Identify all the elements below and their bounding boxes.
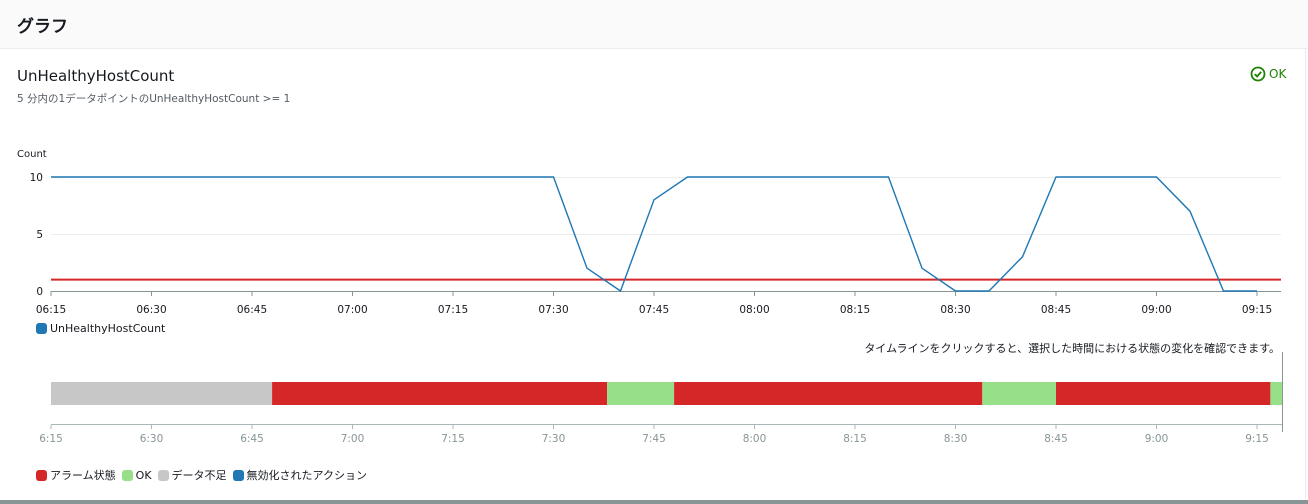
data-point (619, 290, 622, 293)
timeline-tick-label: 8:45 (1044, 433, 1068, 445)
data-point (753, 176, 756, 179)
timeline-legend: アラーム状態 OK データ不足 無効化されたアクション (36, 467, 373, 483)
x-tick-label: 06:15 (36, 304, 66, 316)
data-point (1122, 176, 1125, 179)
data-point (887, 176, 890, 179)
x-tick-label: 07:30 (538, 304, 568, 316)
timeline-tick-label: 6:45 (240, 433, 264, 445)
legend-label-action-disabled: 無効化されたアクション (246, 469, 367, 482)
data-point (1055, 176, 1058, 179)
timeline-tick-label: 8:00 (743, 433, 767, 445)
data-point (820, 176, 823, 179)
x-tick-label: 08:00 (739, 304, 769, 316)
timeline-tick-label: 8:15 (843, 433, 867, 445)
data-point (385, 176, 388, 179)
legend-swatch-alarm (36, 469, 47, 481)
legend-item-action-disabled[interactable]: 無効化されたアクション (232, 467, 367, 483)
chart-grid (51, 177, 1281, 235)
data-point (1189, 210, 1192, 213)
data-point (485, 176, 488, 179)
y-tick-label: 5 (36, 229, 43, 241)
x-tick-label: 09:15 (1242, 304, 1272, 316)
legend-label-alarm: アラーム状態 (50, 469, 116, 482)
data-point (1021, 255, 1024, 258)
timeline-segment-alarm (272, 382, 608, 405)
data-point (720, 176, 723, 179)
timeline-x-ticks: 6:15 6:30 6:45 7:00 7:15 7:30 7:45 8:00 8:15 8:30… (39, 425, 1269, 445)
data-point (1222, 290, 1225, 293)
data-point (50, 176, 53, 179)
legend-item-insufficient[interactable]: データ不足 (157, 467, 227, 483)
x-tick-label: 06:30 (136, 304, 166, 316)
x-tick-label: 09:00 (1141, 304, 1171, 316)
panel-bottom-border (0, 500, 1308, 504)
x-axis-ticks: 06:15 06:30 06:45 07:00 07:15 07:30 07:45 08:00… (36, 291, 1272, 316)
chart-legend: UnHealthyHostCount (36, 322, 171, 335)
data-point (452, 176, 455, 179)
timeline-segment-alarm (674, 382, 983, 405)
data-point (217, 176, 220, 179)
legend-swatch (36, 323, 47, 334)
timeline-tick-label: 6:30 (140, 433, 164, 445)
data-point (1155, 176, 1158, 179)
data-point (519, 176, 522, 179)
data-point (921, 267, 924, 270)
data-point (787, 176, 790, 179)
legend-swatch-ok (121, 469, 133, 481)
data-point (988, 290, 991, 293)
timeline-tick-label: 7:00 (341, 433, 365, 445)
legend-swatch-action-disabled (232, 469, 244, 481)
timeline-tick-label: 7:45 (642, 433, 666, 445)
y-tick-label: 0 (36, 286, 43, 298)
data-point (552, 176, 555, 179)
legend-item-unhealthyhostcount[interactable]: UnHealthyHostCount (36, 322, 165, 335)
data-point (318, 176, 321, 179)
x-tick-label: 08:15 (840, 304, 870, 316)
y-axis-label: Count (17, 149, 47, 160)
legend-label-insufficient: データ不足 (171, 469, 227, 482)
x-tick-label: 07:45 (639, 304, 669, 316)
y-axis-ticks: 0 5 10 (30, 172, 43, 298)
legend-item-ok[interactable]: OK (121, 468, 152, 482)
legend-item-alarm[interactable]: アラーム状態 (36, 467, 116, 483)
data-point (854, 176, 857, 179)
x-tick-label: 07:15 (438, 304, 468, 316)
y-tick-label: 10 (30, 172, 43, 184)
legend-swatch-insufficient (157, 469, 169, 481)
data-point (351, 176, 354, 179)
timeline-tick-label: 7:15 (441, 433, 465, 445)
timeline-segment-ok (607, 382, 675, 405)
data-point (1256, 290, 1259, 293)
timeline-segment-ok (982, 382, 1056, 405)
data-point (184, 176, 187, 179)
data-point (586, 267, 589, 270)
timeline-tick-label: 8:30 (944, 433, 968, 445)
data-point (418, 176, 421, 179)
data-point (686, 176, 689, 179)
data-point (117, 176, 120, 179)
x-tick-label: 07:00 (337, 304, 367, 316)
alarm-state-timeline[interactable]: 6:15 6:30 6:45 7:00 7:15 7:30 7:45 8:00 8:15 8:30… (0, 352, 1308, 482)
data-point (653, 198, 656, 201)
timeline-tick-label: 6:15 (39, 433, 63, 445)
metric-line-chart: Count 0 5 10 06:15 06:30 06:45 07:00 07:15 07:3… (17, 149, 1281, 316)
timeline-tick-label: 9:15 (1245, 433, 1269, 445)
data-point (284, 176, 287, 179)
x-tick-label: 06:45 (237, 304, 267, 316)
x-tick-label: 08:45 (1041, 304, 1071, 316)
data-point (251, 176, 254, 179)
timeline-segment-insufficient (51, 382, 273, 405)
timeline-tick-label: 9:00 (1145, 433, 1169, 445)
timeline-segment-alarm (1056, 382, 1271, 405)
data-point (83, 176, 86, 179)
x-tick-label: 08:30 (940, 304, 970, 316)
legend-label: UnHealthyHostCount (50, 322, 166, 335)
legend-label-ok: OK (135, 468, 152, 482)
timeline-segment-ok (1270, 382, 1282, 405)
timeline-tick-label: 7:30 (542, 433, 566, 445)
timeline-segments (51, 382, 1282, 405)
data-point (954, 290, 957, 293)
data-point (150, 176, 153, 179)
data-point (1088, 176, 1091, 179)
